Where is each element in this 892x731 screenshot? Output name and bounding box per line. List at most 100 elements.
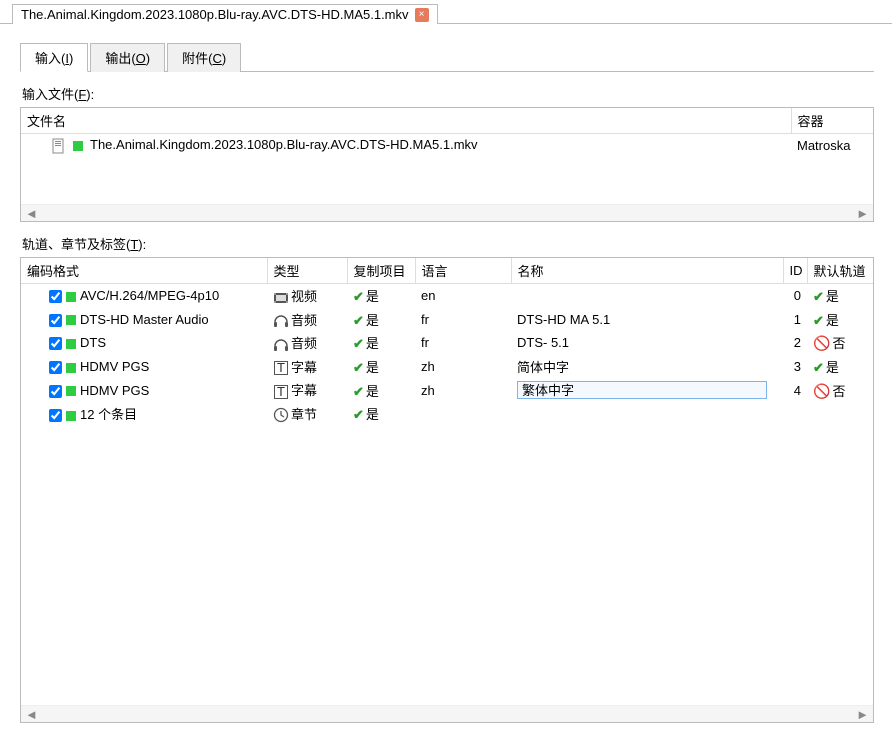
col-id[interactable]: ID [783,258,807,284]
track-copy: 是 [366,289,379,304]
chapter-icon [273,407,289,423]
files-table: 文件名 容器 [21,108,873,134]
track-type: 字幕 [291,383,317,398]
track-default: 是 [826,360,839,375]
scroll-right-icon[interactable]: ► [854,707,871,722]
scroll-left-icon[interactable]: ◄ [23,206,40,221]
track-lang [415,402,511,426]
tab-output[interactable]: 输出(O) [90,43,165,72]
close-icon[interactable]: × [415,8,429,22]
track-name: 简体中字 [511,355,783,379]
track-row[interactable]: DTS音频✔是frDTS- 5.12🚫否 [21,331,873,355]
track-default: 否 [832,384,845,399]
track-checkbox[interactable] [49,409,62,422]
track-checkbox[interactable] [49,361,62,374]
tab-attachments[interactable]: 附件(C) [167,43,241,72]
status-square-icon [66,386,76,396]
check-icon: ✔ [353,336,364,351]
track-copy: 是 [366,360,379,375]
track-codec: AVC/H.264/MPEG-4p10 [80,288,219,303]
tracks-label: 轨道、章节及标签(T): [22,234,874,253]
file-tab-bar: The.Animal.Kingdom.2023.1080p.Blu-ray.AV… [0,0,892,24]
check-icon: ✔ [353,289,364,304]
check-icon: ✔ [813,313,824,328]
col-codec[interactable]: 编码格式 [21,258,267,284]
track-type: 字幕 [291,360,317,375]
track-checkbox[interactable] [49,385,62,398]
track-codec: HDMV PGS [80,383,149,398]
track-checkbox[interactable] [49,290,62,303]
input-files-label: 输入文件(F): [22,84,874,103]
tab-input[interactable]: 输入(I) [20,43,88,72]
track-name [511,284,783,308]
status-square-icon [66,339,76,349]
track-id: 0 [783,284,807,308]
check-icon: ✔ [813,289,824,304]
video-icon [273,290,289,306]
tracks-h-scrollbar[interactable]: ◄ ► [21,705,873,722]
status-square-icon [73,141,83,151]
track-id: 1 [783,308,807,332]
files-h-scrollbar[interactable]: ◄ ► [21,204,873,221]
track-lang: fr [415,331,511,355]
deny-icon: 🚫 [813,383,830,399]
track-lang: fr [415,308,511,332]
main-panel: 输入(I) 输出(O) 附件(C) 输入文件(F): 文件名 容器 [0,24,892,731]
track-type: 章节 [291,407,317,422]
file-icon [51,138,67,154]
file-name: The.Animal.Kingdom.2023.1080p.Blu-ray.AV… [90,137,478,152]
track-row[interactable]: AVC/H.264/MPEG-4p10视频✔是en0✔是 [21,284,873,308]
svg-text:T: T [277,360,285,375]
file-container: Matroska [791,134,873,157]
scroll-left-icon[interactable]: ◄ [23,707,40,722]
status-square-icon [66,363,76,373]
track-copy: 是 [366,313,379,328]
track-id: 3 [783,355,807,379]
files-col-container[interactable]: 容器 [791,108,873,134]
col-type[interactable]: 类型 [267,258,347,284]
col-copy[interactable]: 复制项目 [347,258,415,284]
track-id [783,402,807,426]
track-name-input[interactable]: 繁体中字 [517,381,767,399]
check-icon: ✔ [813,360,824,375]
track-copy: 是 [366,384,379,399]
tracks-table: 编码格式 类型 复制项目 语言 名称 ID 默认轨道 AVC/H.264/MPE… [21,258,873,425]
track-row[interactable]: HDMV PGST字幕✔是zh繁体中字4🚫否 [21,378,873,402]
track-copy: 是 [366,407,379,422]
inner-tabs: 输入(I) 输出(O) 附件(C) [20,42,874,72]
track-checkbox[interactable] [49,314,62,327]
track-row[interactable]: 12 个条目章节✔是 [21,402,873,426]
files-col-name[interactable]: 文件名 [21,108,791,134]
col-name[interactable]: 名称 [511,258,783,284]
track-checkbox[interactable] [49,337,62,350]
scroll-right-icon[interactable]: ► [854,206,871,221]
file-tab[interactable]: The.Animal.Kingdom.2023.1080p.Blu-ray.AV… [12,4,438,24]
track-default: 否 [832,336,845,351]
subtitle-icon: T [273,360,289,376]
col-default[interactable]: 默认轨道 [807,258,873,284]
track-row[interactable]: HDMV PGST字幕✔是zh简体中字3✔是 [21,355,873,379]
audio-icon [273,337,289,353]
files-panel: 文件名 容器 The.Animal.Kingdom.2023.1080p.Blu… [20,107,874,222]
status-square-icon [66,292,76,302]
svg-text:T: T [277,384,285,399]
track-name [511,402,783,426]
deny-icon: 🚫 [813,335,830,351]
track-codec: HDMV PGS [80,359,149,374]
track-id: 2 [783,331,807,355]
track-default: 是 [826,289,839,304]
track-name: DTS-HD MA 5.1 [511,308,783,332]
track-lang: en [415,284,511,308]
audio-icon [273,313,289,329]
track-type: 音频 [291,313,317,328]
tracks-panel: 编码格式 类型 复制项目 语言 名称 ID 默认轨道 AVC/H.264/MPE… [20,257,874,723]
track-codec: DTS [80,335,106,350]
track-type: 视频 [291,289,317,304]
file-row[interactable]: The.Animal.Kingdom.2023.1080p.Blu-ray.AV… [21,134,873,157]
track-row[interactable]: DTS-HD Master Audio音频✔是frDTS-HD MA 5.11✔… [21,308,873,332]
check-icon: ✔ [353,313,364,328]
file-tab-label: The.Animal.Kingdom.2023.1080p.Blu-ray.AV… [21,7,409,22]
col-lang[interactable]: 语言 [415,258,511,284]
track-lang: zh [415,355,511,379]
check-icon: ✔ [353,360,364,375]
